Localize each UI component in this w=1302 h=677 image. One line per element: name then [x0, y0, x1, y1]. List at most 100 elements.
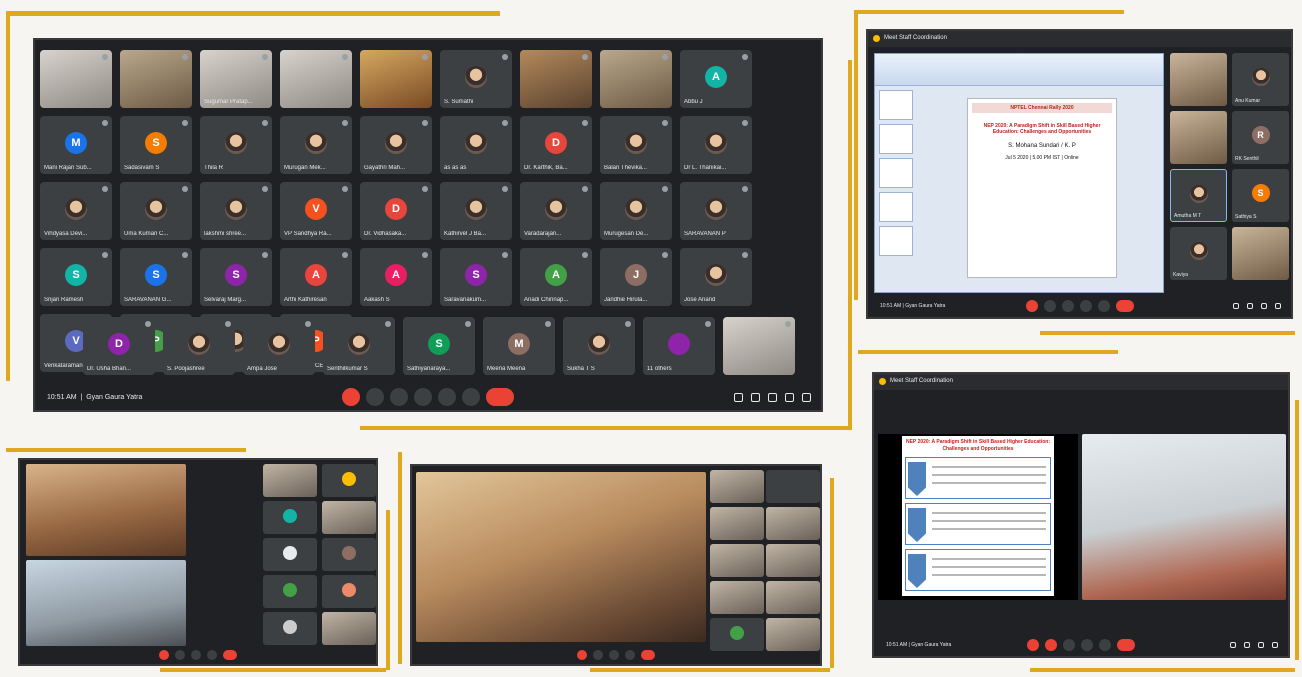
- participant-tile[interactable]: as as as: [440, 116, 512, 174]
- captions-button[interactable]: [1063, 639, 1075, 651]
- participant-tile[interactable]: S Sathiya S: [1232, 169, 1289, 222]
- people-icon[interactable]: [751, 392, 760, 402]
- participant-tile[interactable]: S Sadasivam S: [120, 116, 192, 174]
- participant-tile[interactable]: Uma Kumari C...: [120, 182, 192, 240]
- participant-tile[interactable]: S SARAVANAN G...: [120, 248, 192, 306]
- participant-tile[interactable]: S Saravanakum...: [440, 248, 512, 306]
- participant-tile[interactable]: Murugesan De...: [600, 182, 672, 240]
- participant-tile[interactable]: [40, 50, 112, 108]
- mic-button[interactable]: [1025, 300, 1038, 312]
- participant-tile[interactable]: [723, 317, 795, 375]
- mic-button[interactable]: [342, 388, 360, 406]
- end-call-button[interactable]: [1117, 639, 1135, 651]
- participant-tile[interactable]: Anu Kumar: [1232, 53, 1289, 106]
- activities-icon[interactable]: [785, 392, 794, 402]
- right-toolbar: [1233, 303, 1281, 309]
- participant-tile[interactable]: D Dr. Usha Bhan...: [83, 317, 155, 375]
- avatar: [225, 132, 247, 154]
- participant-tile[interactable]: D Dr. Karthik, Ba...: [520, 116, 592, 174]
- participant-tile[interactable]: M Meena Meena: [483, 317, 555, 375]
- end-call-button[interactable]: [641, 650, 655, 660]
- present-button[interactable]: [438, 388, 456, 406]
- participant-tile[interactable]: M Mani Rajan Sub...: [40, 116, 112, 174]
- participant-tile[interactable]: Dr L. Thanikai...: [680, 116, 752, 174]
- participant-tile[interactable]: [1170, 53, 1227, 106]
- captions-button[interactable]: [1061, 300, 1074, 312]
- end-call-button[interactable]: [1115, 300, 1134, 312]
- participant-tile[interactable]: S Sathiyanaraya...: [403, 317, 475, 375]
- more-options-button[interactable]: [462, 388, 480, 406]
- participant-tile[interactable]: S Selvaraj Marg...: [200, 248, 272, 306]
- participant-tile[interactable]: A Arthi Kathiresan: [280, 248, 352, 306]
- participant-tile[interactable]: V VP Sandhya Ra...: [280, 182, 352, 240]
- camera-button[interactable]: [1045, 639, 1057, 651]
- lock-icon[interactable]: [1275, 303, 1281, 309]
- present-button[interactable]: [625, 650, 635, 660]
- mic-button[interactable]: [159, 650, 169, 660]
- participant-tile[interactable]: [280, 50, 352, 108]
- participant-tile[interactable]: Varadarajan...: [520, 182, 592, 240]
- participant-tile[interactable]: [360, 50, 432, 108]
- participant-tile[interactable]: Balan Thevika...: [600, 116, 672, 174]
- participant-tile[interactable]: [120, 50, 192, 108]
- participant-tile[interactable]: R RK Senthil: [1232, 111, 1289, 164]
- end-call-button[interactable]: [486, 388, 514, 406]
- participant-tile[interactable]: D Dr. Vidhasaka...: [360, 182, 432, 240]
- captions-button[interactable]: [191, 650, 201, 660]
- participant-tile[interactable]: S. Poojashree: [163, 317, 235, 375]
- participant-tile[interactable]: [1232, 227, 1289, 280]
- participant-tile[interactable]: A Anadi Chinnap...: [520, 248, 592, 306]
- participant-tile[interactable]: Amutha M T: [1170, 169, 1227, 222]
- participant-tile[interactable]: A Aakash S: [360, 248, 432, 306]
- participant-tile[interactable]: Kaviya: [1170, 227, 1227, 280]
- participant-tile[interactable]: J Jandhie Hirula...: [600, 248, 672, 306]
- chat-icon[interactable]: [1258, 642, 1264, 648]
- participant-tile[interactable]: S. Sumathi: [440, 50, 512, 108]
- participant-tile[interactable]: Vihdyasa Devi...: [40, 182, 112, 240]
- participant-tile[interactable]: Kathirvel J Ba...: [440, 182, 512, 240]
- info-icon[interactable]: [734, 392, 743, 402]
- participant-tile[interactable]: SARAVANAN P: [680, 182, 752, 240]
- participant-tile[interactable]: lakshmi shree...: [200, 182, 272, 240]
- lock-icon[interactable]: [802, 392, 811, 402]
- participant-tile[interactable]: [520, 50, 592, 108]
- participant-tile[interactable]: Ampa Jose: [243, 317, 315, 375]
- people-icon[interactable]: [1247, 303, 1253, 309]
- mic-muted-icon: [545, 321, 551, 327]
- avatar: S: [428, 333, 450, 355]
- participant-tile[interactable]: Murugan Mek...: [280, 116, 352, 174]
- lock-icon[interactable]: [1272, 642, 1278, 648]
- participant-tile[interactable]: A Abbu J: [680, 50, 752, 108]
- mic-muted-icon: [422, 120, 428, 126]
- info-icon[interactable]: [1230, 642, 1236, 648]
- camera-button[interactable]: [175, 650, 185, 660]
- participant-tile[interactable]: Senthilkumar S: [323, 317, 395, 375]
- participant-tile[interactable]: S Srijan Ramesh: [40, 248, 112, 306]
- info-icon[interactable]: [1233, 303, 1239, 309]
- participant-tile[interactable]: [600, 50, 672, 108]
- participant-tile[interactable]: Gayathri Mah...: [360, 116, 432, 174]
- raise-hand-button[interactable]: [1081, 639, 1093, 651]
- camera-button[interactable]: [1043, 300, 1056, 312]
- camera-button[interactable]: [593, 650, 603, 660]
- mic-button[interactable]: [577, 650, 587, 660]
- people-icon[interactable]: [1244, 642, 1250, 648]
- participant-tile[interactable]: Sukha T S: [563, 317, 635, 375]
- mic-button[interactable]: [1027, 639, 1039, 651]
- camera-button[interactable]: [366, 388, 384, 406]
- participant-tile[interactable]: Thila R: [200, 116, 272, 174]
- participant-tile[interactable]: [1170, 111, 1227, 164]
- raise-hand-button[interactable]: [1079, 300, 1092, 312]
- captions-button[interactable]: [609, 650, 619, 660]
- present-button[interactable]: [1097, 300, 1110, 312]
- end-call-button[interactable]: [223, 650, 237, 660]
- captions-button[interactable]: [390, 388, 408, 406]
- present-button[interactable]: [207, 650, 217, 660]
- participant-tile[interactable]: 11 others: [643, 317, 715, 375]
- participant-tile[interactable]: Jose Anand: [680, 248, 752, 306]
- chat-icon[interactable]: [768, 392, 777, 402]
- participant-tile[interactable]: Sugumar Pratap...: [200, 50, 272, 108]
- present-button[interactable]: [1099, 639, 1111, 651]
- chat-icon[interactable]: [1261, 303, 1267, 309]
- raise-hand-button[interactable]: [414, 388, 432, 406]
